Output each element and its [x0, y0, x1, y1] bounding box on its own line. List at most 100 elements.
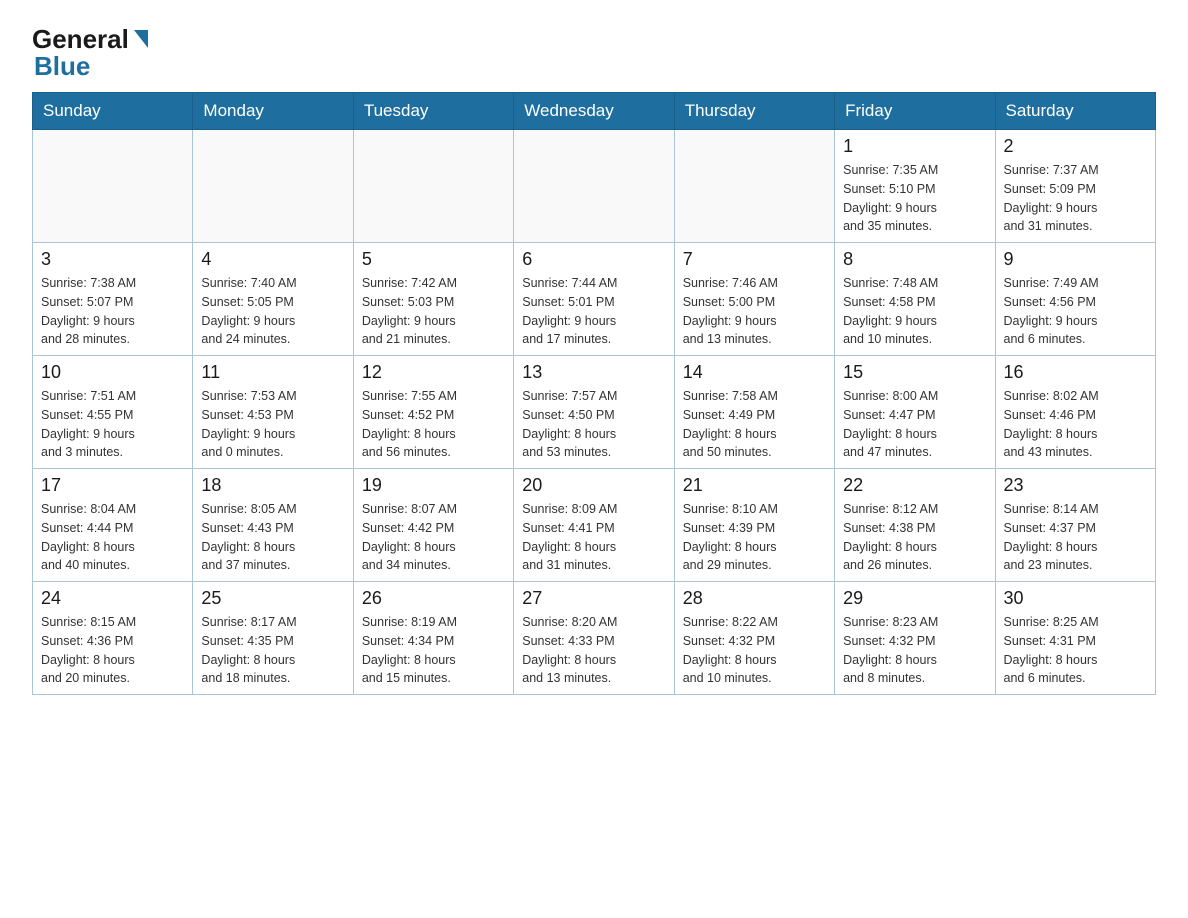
calendar-cell: 5Sunrise: 7:42 AM Sunset: 5:03 PM Daylig…: [353, 243, 513, 356]
calendar-cell: 10Sunrise: 7:51 AM Sunset: 4:55 PM Dayli…: [33, 356, 193, 469]
day-number: 5: [362, 249, 505, 270]
day-number: 12: [362, 362, 505, 383]
calendar-cell: 21Sunrise: 8:10 AM Sunset: 4:39 PM Dayli…: [674, 469, 834, 582]
calendar-cell: 13 Sunrise: 7:57 AM Sunset: 4:50 PM Dayli…: [514, 356, 674, 469]
day-info: Sunrise: 8:09 AM Sunset: 4:41 PM Dayligh…: [522, 500, 665, 575]
calendar-cell: 26 Sunrise: 8:19 AM Sunset: 4:34 PM Dayli…: [353, 582, 513, 695]
day-number: 16: [1004, 362, 1147, 383]
calendar-cell: 2 Sunrise: 7:37 AM Sunset: 5:09 PM Daylig…: [995, 130, 1155, 243]
column-header-monday: Monday: [193, 93, 353, 130]
day-number: 6: [522, 249, 665, 270]
day-info: Sunrise: 8:12 AM Sunset: 4:38 PM Dayligh…: [843, 500, 986, 575]
calendar-week-1: 1 Sunrise: 7:35 AM Sunset: 5:10 PM Daylig…: [33, 130, 1156, 243]
calendar-cell: 3 Sunrise: 7:38 AM Sunset: 5:07 PM Daylig…: [33, 243, 193, 356]
column-header-wednesday: Wednesday: [514, 93, 674, 130]
calendar-cell: [674, 130, 834, 243]
day-info: Sunrise: 8:14 AM Sunset: 4:37 PM Dayligh…: [1004, 500, 1147, 575]
day-info: Sunrise: 8:23 AM Sunset: 4:32 PM Dayligh…: [843, 613, 986, 688]
day-number: 14: [683, 362, 826, 383]
day-number: 26: [362, 588, 505, 609]
calendar-cell: 12 Sunrise: 7:55 AM Sunset: 4:52 PM Dayli…: [353, 356, 513, 469]
day-info: Sunrise: 7:49 AM Sunset: 4:56 PM Dayligh…: [1004, 274, 1147, 349]
logo-arrow-icon: [134, 30, 148, 48]
calendar-cell: 11Sunrise: 7:53 AM Sunset: 4:53 PM Dayli…: [193, 356, 353, 469]
calendar-cell: 19 Sunrise: 8:07 AM Sunset: 4:42 PM Dayli…: [353, 469, 513, 582]
day-info: Sunrise: 8:00 AM Sunset: 4:47 PM Dayligh…: [843, 387, 986, 462]
day-info: Sunrise: 7:35 AM Sunset: 5:10 PM Dayligh…: [843, 161, 986, 236]
day-number: 24: [41, 588, 184, 609]
calendar-cell: 20 Sunrise: 8:09 AM Sunset: 4:41 PM Dayli…: [514, 469, 674, 582]
day-number: 15: [843, 362, 986, 383]
day-info: Sunrise: 7:40 AM Sunset: 5:05 PM Dayligh…: [201, 274, 344, 349]
page-header: General Blue: [32, 24, 1156, 82]
calendar-week-3: 10Sunrise: 7:51 AM Sunset: 4:55 PM Dayli…: [33, 356, 1156, 469]
day-info: Sunrise: 8:20 AM Sunset: 4:33 PM Dayligh…: [522, 613, 665, 688]
day-info: Sunrise: 8:15 AM Sunset: 4:36 PM Dayligh…: [41, 613, 184, 688]
day-info: Sunrise: 7:46 AM Sunset: 5:00 PM Dayligh…: [683, 274, 826, 349]
day-number: 19: [362, 475, 505, 496]
calendar-cell: [33, 130, 193, 243]
calendar-cell: 1 Sunrise: 7:35 AM Sunset: 5:10 PM Daylig…: [835, 130, 995, 243]
day-number: 28: [683, 588, 826, 609]
calendar-cell: 29 Sunrise: 8:23 AM Sunset: 4:32 PM Dayli…: [835, 582, 995, 695]
day-info: Sunrise: 7:44 AM Sunset: 5:01 PM Dayligh…: [522, 274, 665, 349]
day-number: 18: [201, 475, 344, 496]
day-number: 25: [201, 588, 344, 609]
column-header-thursday: Thursday: [674, 93, 834, 130]
logo: General Blue: [32, 24, 148, 82]
day-number: 9: [1004, 249, 1147, 270]
day-info: Sunrise: 7:38 AM Sunset: 5:07 PM Dayligh…: [41, 274, 184, 349]
calendar-cell: 14 Sunrise: 7:58 AM Sunset: 4:49 PM Dayli…: [674, 356, 834, 469]
day-info: Sunrise: 8:07 AM Sunset: 4:42 PM Dayligh…: [362, 500, 505, 575]
day-number: 4: [201, 249, 344, 270]
calendar-cell: 6 Sunrise: 7:44 AM Sunset: 5:01 PM Daylig…: [514, 243, 674, 356]
calendar-cell: 18 Sunrise: 8:05 AM Sunset: 4:43 PM Dayli…: [193, 469, 353, 582]
day-info: Sunrise: 8:22 AM Sunset: 4:32 PM Dayligh…: [683, 613, 826, 688]
column-header-sunday: Sunday: [33, 93, 193, 130]
day-number: 20: [522, 475, 665, 496]
day-info: Sunrise: 7:55 AM Sunset: 4:52 PM Dayligh…: [362, 387, 505, 462]
day-number: 29: [843, 588, 986, 609]
day-info: Sunrise: 7:53 AM Sunset: 4:53 PM Dayligh…: [201, 387, 344, 462]
calendar-table: SundayMondayTuesdayWednesdayThursdayFrid…: [32, 92, 1156, 695]
day-info: Sunrise: 8:19 AM Sunset: 4:34 PM Dayligh…: [362, 613, 505, 688]
column-header-tuesday: Tuesday: [353, 93, 513, 130]
logo-blue-text: Blue: [34, 51, 90, 82]
day-info: Sunrise: 7:58 AM Sunset: 4:49 PM Dayligh…: [683, 387, 826, 462]
day-info: Sunrise: 8:05 AM Sunset: 4:43 PM Dayligh…: [201, 500, 344, 575]
calendar-cell: [193, 130, 353, 243]
calendar-week-4: 17 Sunrise: 8:04 AM Sunset: 4:44 PM Dayli…: [33, 469, 1156, 582]
day-number: 21: [683, 475, 826, 496]
day-number: 22: [843, 475, 986, 496]
calendar-cell: 24 Sunrise: 8:15 AM Sunset: 4:36 PM Dayli…: [33, 582, 193, 695]
column-header-saturday: Saturday: [995, 93, 1155, 130]
calendar-cell: 16Sunrise: 8:02 AM Sunset: 4:46 PM Dayli…: [995, 356, 1155, 469]
day-number: 3: [41, 249, 184, 270]
calendar-cell: 28 Sunrise: 8:22 AM Sunset: 4:32 PM Dayli…: [674, 582, 834, 695]
day-number: 13: [522, 362, 665, 383]
calendar-cell: 15 Sunrise: 8:00 AM Sunset: 4:47 PM Dayli…: [835, 356, 995, 469]
day-info: Sunrise: 7:51 AM Sunset: 4:55 PM Dayligh…: [41, 387, 184, 462]
day-info: Sunrise: 8:17 AM Sunset: 4:35 PM Dayligh…: [201, 613, 344, 688]
calendar-week-5: 24 Sunrise: 8:15 AM Sunset: 4:36 PM Dayli…: [33, 582, 1156, 695]
day-number: 30: [1004, 588, 1147, 609]
day-number: 8: [843, 249, 986, 270]
day-number: 27: [522, 588, 665, 609]
day-info: Sunrise: 7:48 AM Sunset: 4:58 PM Dayligh…: [843, 274, 986, 349]
calendar-cell: 7 Sunrise: 7:46 AM Sunset: 5:00 PM Daylig…: [674, 243, 834, 356]
calendar-cell: 8 Sunrise: 7:48 AM Sunset: 4:58 PM Daylig…: [835, 243, 995, 356]
day-info: Sunrise: 8:04 AM Sunset: 4:44 PM Dayligh…: [41, 500, 184, 575]
calendar-cell: [353, 130, 513, 243]
calendar-cell: 9 Sunrise: 7:49 AM Sunset: 4:56 PM Daylig…: [995, 243, 1155, 356]
day-number: 1: [843, 136, 986, 157]
day-info: Sunrise: 7:57 AM Sunset: 4:50 PM Dayligh…: [522, 387, 665, 462]
calendar-cell: 23 Sunrise: 8:14 AM Sunset: 4:37 PM Dayli…: [995, 469, 1155, 582]
day-number: 2: [1004, 136, 1147, 157]
calendar-cell: 4 Sunrise: 7:40 AM Sunset: 5:05 PM Daylig…: [193, 243, 353, 356]
day-number: 7: [683, 249, 826, 270]
day-number: 17: [41, 475, 184, 496]
day-info: Sunrise: 7:37 AM Sunset: 5:09 PM Dayligh…: [1004, 161, 1147, 236]
calendar-cell: [514, 130, 674, 243]
day-number: 23: [1004, 475, 1147, 496]
day-info: Sunrise: 8:25 AM Sunset: 4:31 PM Dayligh…: [1004, 613, 1147, 688]
